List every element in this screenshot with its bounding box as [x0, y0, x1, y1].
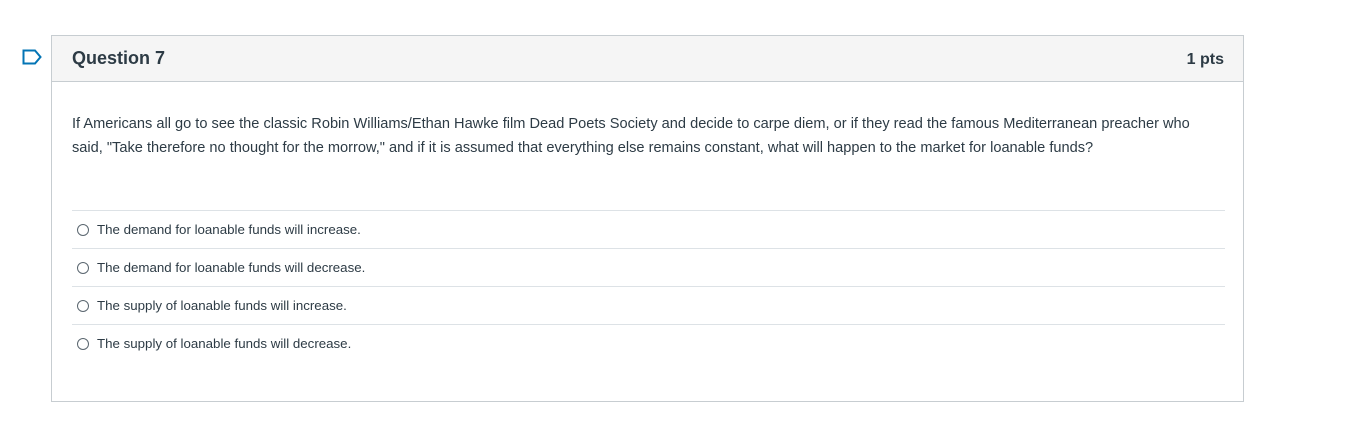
flag-question-icon[interactable] [22, 49, 42, 65]
question-points: 1 pts [1186, 51, 1224, 68]
answer-option[interactable]: The supply of loanable funds will increa… [72, 286, 1225, 324]
radio-button[interactable] [77, 223, 89, 236]
answer-list: The demand for loanable funds will incre… [72, 210, 1225, 362]
answer-label[interactable]: The demand for loanable funds will incre… [97, 222, 361, 237]
radio-button[interactable] [77, 261, 89, 274]
answer-option[interactable]: The supply of loanable funds will decrea… [72, 324, 1225, 362]
answer-label[interactable]: The supply of loanable funds will increa… [97, 298, 347, 313]
radio-button[interactable] [77, 299, 89, 312]
radio-button[interactable] [77, 337, 89, 350]
answer-label[interactable]: The supply of loanable funds will decrea… [97, 336, 351, 351]
answer-label[interactable]: The demand for loanable funds will decre… [97, 260, 365, 275]
answer-option[interactable]: The demand for loanable funds will decre… [72, 248, 1225, 286]
question-header: Question 7 1 pts [52, 36, 1243, 82]
question-text: If Americans all go to see the classic R… [72, 116, 1190, 156]
question-title: Question 7 [72, 48, 166, 68]
answer-option[interactable]: The demand for loanable funds will incre… [72, 210, 1225, 248]
question-body: If Americans all go to see the classic R… [52, 82, 1243, 362]
question-card: Question 7 1 pts If Americans all go to … [51, 35, 1244, 402]
